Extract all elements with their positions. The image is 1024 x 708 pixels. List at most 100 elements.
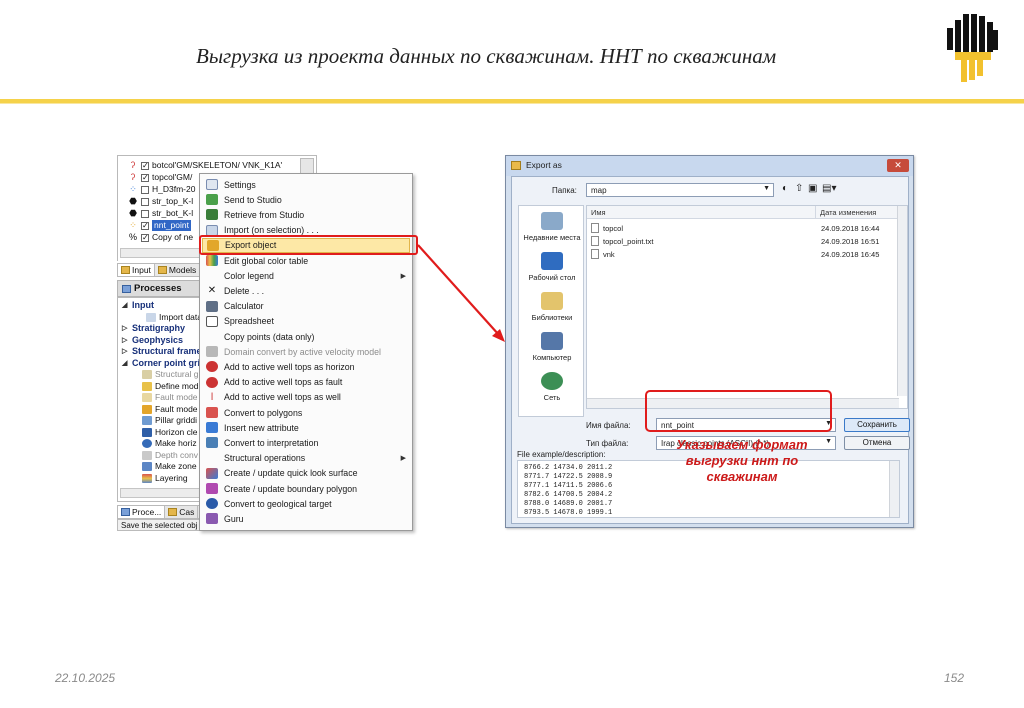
file-name: topcol_point.txt	[603, 236, 654, 246]
tree-row[interactable]: ⬣ str_top_K-l	[128, 196, 193, 207]
back-icon[interactable]: ◐	[782, 183, 788, 194]
surface-icon	[206, 467, 218, 479]
process-item[interactable]: Depth conv	[142, 450, 198, 462]
tree-checkbox[interactable]	[141, 172, 149, 183]
column-header-date[interactable]: Дата изменения	[815, 206, 899, 219]
cancel-button[interactable]: Отмена	[844, 436, 910, 450]
view-menu-icon[interactable]: ▤▾	[822, 183, 836, 194]
menu-item-label: Spreadsheet	[224, 316, 274, 327]
process-category[interactable]: ▷ Structural frame	[122, 346, 202, 358]
network-icon	[541, 372, 563, 390]
menu-item-copy-points[interactable]: Copy points (data only)	[202, 329, 410, 344]
close-button[interactable]: ✕	[887, 159, 909, 172]
well-tops-icon: ʔ	[130, 160, 136, 170]
settings-icon	[206, 179, 218, 191]
menu-item-guru[interactable]: Guru	[202, 511, 410, 526]
tree-checkbox[interactable]	[141, 185, 149, 194]
menu-item-domain-convert[interactable]: Domain convert by active velocity model	[202, 344, 410, 359]
process-label: Make zone	[155, 461, 197, 471]
menu-item-calculator[interactable]: Calculator	[202, 299, 410, 314]
tab-models[interactable]: Models	[155, 264, 201, 276]
column-header-name[interactable]: Имя	[587, 206, 815, 219]
process-item[interactable]: Pillar griddi	[142, 415, 197, 427]
tree-checkbox[interactable]	[141, 197, 149, 206]
tab-input[interactable]: Input	[118, 264, 155, 276]
process-item[interactable]: Fault mode	[142, 404, 198, 416]
process-label: Layering	[155, 472, 188, 483]
process-item[interactable]: Layering	[142, 473, 188, 485]
menu-item-color-legend[interactable]: Color legend ▶	[202, 268, 410, 283]
scrollbar[interactable]	[889, 461, 899, 517]
place-computer[interactable]: Компьютер	[519, 332, 585, 362]
process-item[interactable]: Structural g	[142, 369, 198, 381]
menu-item-delete[interactable]: ✕ Delete . . .	[202, 283, 410, 298]
save-button[interactable]: Сохранить	[844, 418, 910, 432]
menu-item-retrieve-from-studio[interactable]: Retrieve from Studio	[202, 207, 410, 222]
tab-processes[interactable]: Proce...	[118, 506, 166, 518]
menu-item-boundary-polygon[interactable]: Create / update boundary polygon	[202, 481, 410, 496]
tree-row[interactable]: ʔ topcol'GM/	[128, 172, 193, 183]
menu-item-label: Retrieve from Studio	[224, 209, 305, 220]
process-item[interactable]: Import data	[146, 312, 202, 324]
chevron-down-icon: ▼	[825, 438, 832, 445]
menu-item-structural-operations[interactable]: Structural operations ▶	[202, 451, 410, 466]
menu-item-send-to-studio[interactable]: Send to Studio	[202, 192, 410, 207]
menu-item-add-tops-horizon[interactable]: Add to active well tops as horizon	[202, 359, 410, 374]
example-label: File example/description:	[517, 450, 606, 459]
menu-item-label: Convert to geological target	[224, 498, 332, 509]
process-category[interactable]: ◢ Corner point gri	[122, 358, 200, 370]
tab-cases[interactable]: Cas	[165, 506, 199, 518]
fault-modeling-icon	[142, 404, 152, 414]
up-folder-icon[interactable]: ⇧	[795, 183, 803, 194]
new-folder-icon[interactable]: ▣	[808, 183, 817, 194]
menu-item-spreadsheet[interactable]: Spreadsheet	[202, 314, 410, 329]
file-row[interactable]: vnk 24.09.2018 16:45	[591, 248, 901, 260]
process-item[interactable]: Make zone	[142, 461, 197, 473]
folder-select[interactable]: map ▼	[586, 183, 774, 197]
example-line: 8777.1 14711.5 2006.6	[524, 482, 613, 490]
submenu-arrow-icon: ▶	[400, 272, 406, 280]
place-recent[interactable]: Недавние места	[519, 212, 585, 242]
menu-item-convert-interpretation[interactable]: Convert to interpretation	[202, 435, 410, 450]
menu-item-label: Guru	[224, 513, 244, 524]
tree-row[interactable]: ⁘ nnt_point	[128, 220, 191, 231]
process-category[interactable]: ◢ Input	[122, 300, 154, 312]
menu-item-label: Calculator	[224, 301, 264, 312]
menu-item-quick-look-surface[interactable]: Create / update quick look surface	[202, 466, 410, 481]
tree-row[interactable]: ʔ botcol'GM/SKELETON/ VNK_K1A'	[128, 160, 282, 171]
tree-checkbox[interactable]	[141, 209, 149, 218]
menu-item-settings[interactable]: Settings	[202, 177, 410, 192]
process-category[interactable]: ▷ Geophysics	[122, 335, 183, 347]
retrieve-icon	[206, 209, 218, 221]
scrollbar[interactable]	[897, 206, 907, 396]
folder-icon	[511, 161, 521, 170]
place-network[interactable]: Сеть	[519, 372, 585, 402]
file-row[interactable]: topcol_point.txt 24.09.2018 16:51	[591, 235, 901, 247]
menu-item-add-tops-well[interactable]: ǀ Add to active well tops as well	[202, 390, 410, 405]
tree-row[interactable]: % Copy of ne	[128, 232, 193, 243]
tree-row[interactable]: ⁘ H_D3fm-20	[128, 184, 195, 195]
process-item[interactable]: Horizon cle	[142, 427, 198, 439]
tree-checkbox[interactable]	[141, 220, 149, 231]
menu-item-geological-target[interactable]: Convert to geological target	[202, 496, 410, 511]
horizon-icon	[142, 427, 152, 437]
tree-checkbox[interactable]	[141, 160, 149, 171]
place-libraries[interactable]: Библиотеки	[519, 292, 585, 322]
process-item[interactable]: Define mod	[142, 381, 198, 393]
menu-item-insert-attribute[interactable]: Insert new attribute	[202, 420, 410, 435]
tree-item-label: str_bot_K-l	[152, 208, 194, 218]
folder-value: map	[591, 186, 607, 195]
process-category[interactable]: ▷ Stratigraphy	[122, 323, 185, 335]
process-item[interactable]: Fault mode	[142, 392, 198, 404]
menu-item-add-tops-fault[interactable]: Add to active well tops as fault	[202, 375, 410, 390]
file-row[interactable]: topcol 24.09.2018 16:44	[591, 222, 901, 234]
file-name: vnk	[603, 249, 615, 259]
processes-icon	[122, 284, 131, 293]
recent-places-icon	[541, 212, 563, 230]
tree-checkbox[interactable]	[141, 232, 149, 243]
menu-item-convert-polygons[interactable]: Convert to polygons	[202, 405, 410, 420]
menu-item-edit-color-table[interactable]: Edit global color table	[202, 253, 410, 268]
process-item[interactable]: Make horiz	[142, 438, 197, 450]
tree-row[interactable]: ⬣ str_bot_K-l	[128, 208, 193, 219]
place-desktop[interactable]: Рабочий стол	[519, 252, 585, 282]
